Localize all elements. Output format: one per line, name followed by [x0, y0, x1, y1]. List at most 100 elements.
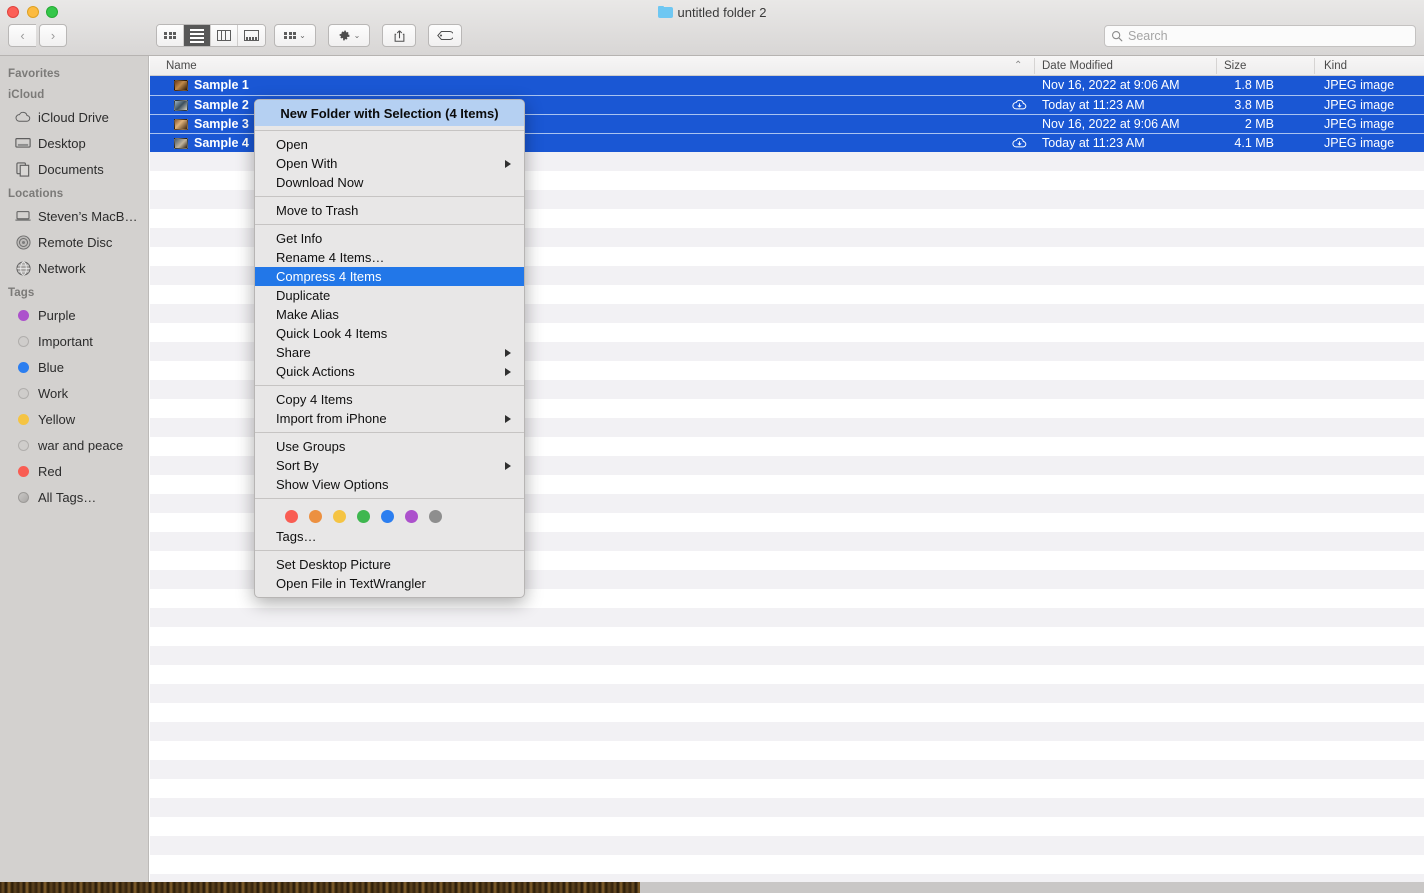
file-name-label: Sample 4: [194, 136, 249, 150]
file-name-label: Sample 2: [194, 98, 249, 112]
menu-item-get-info[interactable]: Get Info: [255, 229, 524, 248]
sidebar-item-label: iCloud Drive: [38, 109, 109, 125]
column-header-name[interactable]: Name: [166, 60, 197, 72]
tag-color-swatch-0[interactable]: [285, 510, 298, 523]
menu-item-open[interactable]: Open: [255, 135, 524, 154]
menu-item-label: Set Desktop Picture: [276, 557, 391, 572]
tag-dot: [15, 307, 31, 323]
menu-item-share[interactable]: Share: [255, 343, 524, 362]
tag-color-swatch-6[interactable]: [429, 510, 442, 523]
menu-item-label: Quick Look 4 Items: [276, 326, 388, 341]
menu-item-move-to-trash[interactable]: Move to Trash: [255, 201, 524, 220]
sidebar-item-war-and-peace[interactable]: war and peace: [0, 432, 148, 458]
file-kind-cell: JPEG image: [1324, 117, 1395, 131]
menu-item-make-alias[interactable]: Make Alias: [255, 305, 524, 324]
sidebar-item-blue[interactable]: Blue: [0, 354, 148, 380]
table-row[interactable]: Sample 1 Nov 16, 2022 at 9:06 AM 1.8 MB JPE…: [150, 76, 1424, 95]
tag-color-swatch-4[interactable]: [381, 510, 394, 523]
sidebar-item-desktop[interactable]: Desktop: [0, 130, 148, 156]
column-header-date[interactable]: Date Modified: [1042, 60, 1113, 72]
sidebar-item-steven-s-macb[interactable]: Steven’s MacB…: [0, 203, 148, 229]
sidebar-item-important[interactable]: Important: [0, 328, 148, 354]
list-view-button[interactable]: [184, 25, 211, 46]
view-mode-group: [156, 24, 266, 47]
icloud-download-icon[interactable]: [1012, 99, 1027, 114]
menu-item-new-folder-with-selection-4-items[interactable]: New Folder with Selection (4 Items): [255, 100, 524, 126]
submenu-arrow-icon: [505, 367, 511, 376]
menu-item-label: New Folder with Selection (4 Items): [280, 105, 499, 121]
column-divider-1[interactable]: [1034, 58, 1035, 74]
file-name-label: Sample 3: [194, 117, 249, 131]
menu-item-set-desktop-picture[interactable]: Set Desktop Picture: [255, 555, 524, 574]
sidebar-item-purple[interactable]: Purple: [0, 302, 148, 328]
sidebar-item-label: Important: [38, 333, 93, 349]
menu-item-label: Rename 4 Items…: [276, 250, 385, 265]
tag-dot: [17, 361, 29, 373]
menu-item-quick-look-4-items[interactable]: Quick Look 4 Items: [255, 324, 524, 343]
globe-icon: [15, 260, 31, 276]
menu-item-tags[interactable]: Tags…: [255, 527, 524, 546]
menu-item-open-with[interactable]: Open With: [255, 154, 524, 173]
menu-item-label: Quick Actions: [276, 364, 355, 379]
menu-item-sort-by[interactable]: Sort By: [255, 456, 524, 475]
menu-item-quick-actions[interactable]: Quick Actions: [255, 362, 524, 381]
share-button[interactable]: [382, 24, 416, 47]
icon-view-button[interactable]: [157, 25, 184, 46]
column-header-size[interactable]: Size: [1224, 60, 1246, 72]
tag-color-swatch-1[interactable]: [309, 510, 322, 523]
column-header-kind[interactable]: Kind: [1324, 60, 1347, 72]
sidebar-item-label: war and peace: [38, 437, 124, 453]
empty-row-stripe: [150, 779, 1424, 798]
sidebar-item-network[interactable]: Network: [0, 255, 148, 281]
sidebar-item-red[interactable]: Red: [0, 458, 148, 484]
sidebar-item-documents[interactable]: Documents: [0, 156, 148, 182]
back-button[interactable]: ‹: [8, 24, 36, 47]
column-view-button[interactable]: [211, 25, 238, 46]
menu-item-rename-4-items[interactable]: Rename 4 Items…: [255, 248, 524, 267]
menu-item-show-view-options[interactable]: Show View Options: [255, 475, 524, 494]
menu-item-import-from-iphone[interactable]: Import from iPhone: [255, 409, 524, 428]
gallery-view-button[interactable]: [238, 25, 265, 46]
empty-row-stripe: [150, 608, 1424, 627]
sidebar-item-work[interactable]: Work: [0, 380, 148, 406]
tag-color-swatch-2[interactable]: [333, 510, 346, 523]
action-menu-button[interactable]: ⌄: [328, 24, 370, 47]
tag-icon: [437, 31, 453, 40]
sidebar-item-remote-disc[interactable]: Remote Disc: [0, 229, 148, 255]
icloud-download-icon[interactable]: [1012, 137, 1027, 152]
menu-item-compress-4-items[interactable]: Compress 4 Items: [255, 267, 524, 286]
menu-item-copy-4-items[interactable]: Copy 4 Items: [255, 390, 524, 409]
menu-item-label: Open With: [276, 156, 338, 171]
cloud-icon: [15, 109, 31, 125]
menu-item-download-now[interactable]: Download Now: [255, 173, 524, 192]
sidebar-section-header-tags: Tags: [8, 287, 35, 299]
tag-color-swatch-5[interactable]: [405, 510, 418, 523]
sidebar-item-label: Desktop: [38, 135, 86, 151]
forward-button[interactable]: ›: [39, 24, 67, 47]
file-size-cell: 1.8 MB: [1234, 78, 1274, 92]
sidebar[interactable]: Favorites iCloud iCloud Drive Desktop Docume…: [0, 56, 149, 882]
tag-dot: [17, 387, 29, 399]
search-field[interactable]: Search: [1104, 25, 1416, 47]
sidebar-item-label: Yellow: [38, 411, 76, 427]
tag-color-swatch-3[interactable]: [357, 510, 370, 523]
empty-row-stripe: [150, 817, 1424, 836]
column-divider-2[interactable]: [1216, 58, 1217, 74]
menu-item-use-groups[interactable]: Use Groups: [255, 437, 524, 456]
menu-separator: [255, 385, 524, 386]
file-name-cell: Sample 3: [174, 117, 249, 131]
sidebar-item-icloud-drive[interactable]: iCloud Drive: [0, 104, 148, 130]
file-name-cell: Sample 2: [174, 98, 249, 112]
context-menu[interactable]: New Folder with Selection (4 Items) Open O…: [254, 99, 525, 598]
sidebar-item-yellow[interactable]: Yellow: [0, 406, 148, 432]
folder-icon: [657, 6, 673, 18]
tag-button[interactable]: [428, 24, 462, 47]
chevron-right-icon: ›: [50, 28, 56, 43]
column-divider-3[interactable]: [1314, 58, 1315, 74]
menu-item-open-file-in-textwrangler[interactable]: Open File in TextWrangler: [255, 574, 524, 593]
sidebar-item-all-tags[interactable]: All Tags…: [0, 484, 148, 510]
menu-item-duplicate[interactable]: Duplicate: [255, 286, 524, 305]
file-date-cell: Today at 11:23 AM: [1042, 98, 1145, 112]
sidebar-item-label: Blue: [38, 359, 65, 375]
group-by-button[interactable]: ⌄: [274, 24, 316, 47]
